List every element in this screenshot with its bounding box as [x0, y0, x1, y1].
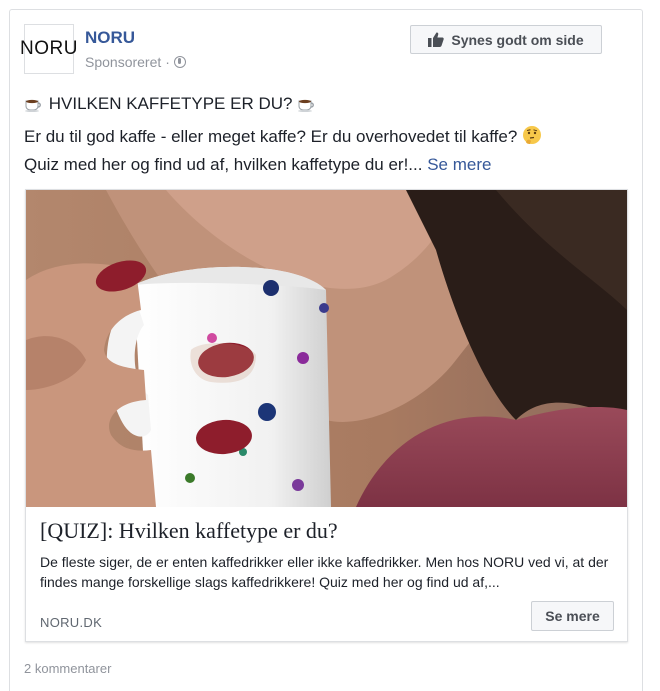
comments-count[interactable]: 2 kommentarer — [24, 661, 111, 676]
see-more-link[interactable]: Se mere — [427, 155, 491, 174]
like-page-button[interactable]: Synes godt om side — [410, 25, 602, 54]
coffee-cup-icon — [25, 99, 41, 112]
post-headline: HVILKEN KAFFETYPE ER DU? — [48, 94, 293, 113]
post-text-line: Er du til god kaffe - eller meget kaffe?… — [24, 125, 542, 147]
see-more-button[interactable]: Se mere — [531, 601, 614, 631]
logo-text: NORU — [20, 38, 78, 59]
like-page-label: Synes godt om side — [451, 31, 584, 48]
page-name-link[interactable]: NORU — [85, 28, 135, 48]
link-title[interactable]: [QUIZ]: Hvilken kaffetype er du? — [40, 518, 338, 544]
post-text-question: Er du til god kaffe - eller meget kaffe?… — [24, 127, 518, 146]
sponsored-post-card: NORU NORU Sponsoreret · Synes godt om si… — [9, 9, 643, 691]
thumbs-up-icon — [428, 32, 445, 47]
post-text-line: Quiz med her og find ud af, hvilken kaff… — [24, 155, 491, 175]
coffee-cup-icon — [298, 99, 315, 112]
link-preview-card[interactable]: [QUIZ]: Hvilken kaffetype er du? De fles… — [25, 189, 628, 642]
thinking-face-icon — [523, 126, 542, 144]
post-headline-line: HVILKEN KAFFETYPE ER DU? — [24, 94, 317, 114]
globe-icon — [173, 56, 186, 68]
link-preview-image[interactable] — [26, 190, 627, 507]
meta-separator: · — [165, 54, 170, 70]
coffee-photo — [26, 190, 627, 507]
sponsored-label[interactable]: Sponsoreret — [85, 54, 161, 70]
post-meta: Sponsoreret · — [85, 54, 186, 70]
post-text-cta: Quiz med her og find ud af, hvilken kaff… — [24, 155, 423, 174]
link-description: De fleste siger, de er enten kaffedrikke… — [40, 554, 609, 590]
page-logo[interactable]: NORU — [20, 24, 77, 74]
link-domain: NORU.DK — [40, 615, 103, 630]
